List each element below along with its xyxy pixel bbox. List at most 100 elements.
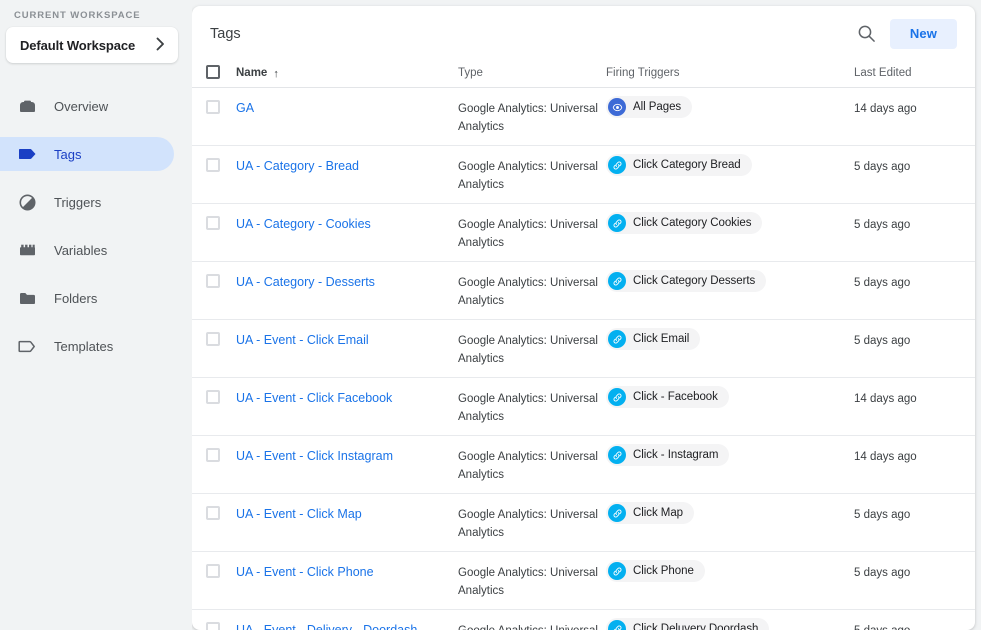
tag-name-cell: UA - Event - Delivery - Doordash: [236, 621, 458, 630]
table-row[interactable]: UA - Category - BreadGoogle Analytics: U…: [192, 146, 975, 204]
sidebar-item-templates[interactable]: Templates: [0, 329, 174, 363]
new-button[interactable]: New: [890, 19, 957, 49]
tag-name-link[interactable]: UA - Event - Click Facebook: [236, 391, 392, 405]
sidebar-item-triggers[interactable]: Triggers: [0, 185, 174, 219]
tag-name-link[interactable]: GA: [236, 101, 254, 115]
last-edited-text: 5 days ago: [854, 509, 910, 521]
row-checkbox[interactable]: [206, 448, 220, 462]
trigger-chip[interactable]: Click Map: [606, 502, 694, 524]
table-row[interactable]: UA - Event - Delivery - Doordash Google A…: [192, 610, 975, 630]
row-checkbox[interactable]: [206, 100, 220, 114]
table-row[interactable]: UA - Category - DessertsGoogle Analytics…: [192, 262, 975, 320]
row-checkbox[interactable]: [206, 216, 220, 230]
sidebar-item-overview[interactable]: Overview: [0, 89, 174, 123]
tag-type-cell: Google Analytics: Universal Analytics: [458, 447, 606, 483]
table-row[interactable]: UA - Event - Click Map Google Analytics: …: [192, 494, 975, 552]
tag-type-cell: Google Analytics: Universal Analytics: [458, 505, 606, 541]
row-select-cell: [206, 447, 236, 467]
workspace-selector[interactable]: Default Workspace: [6, 27, 178, 63]
tag-type-text: Google Analytics: Universal Analytics: [458, 219, 598, 249]
trigger-chip[interactable]: Click Category Cookies: [606, 212, 762, 234]
table-row[interactable]: GA Google Analytics: Universal Analytics A…: [192, 88, 975, 146]
table-row[interactable]: UA - Event - Click Instagram Google Analy…: [192, 436, 975, 494]
last-edited-text: 5 days ago: [854, 335, 910, 347]
overview-icon: [16, 96, 38, 116]
trigger-chip-label: Click Phone: [633, 565, 694, 577]
last-edited-text: 14 days ago: [854, 103, 917, 115]
trigger-chip-label: Click - Facebook: [633, 391, 718, 403]
pageview-icon: [608, 98, 626, 116]
sidebar-item-folders[interactable]: Folders: [0, 281, 174, 315]
table-row[interactable]: UA - Category - Cookies Google Analytics:…: [192, 204, 975, 262]
trigger-chip-label: All Pages: [633, 101, 681, 113]
chevron-right-icon: [155, 37, 166, 53]
click-icon: [608, 446, 626, 464]
column-header-name[interactable]: Name ↑: [236, 68, 458, 80]
select-all-checkbox[interactable]: [206, 65, 220, 79]
firing-triggers-cell: All Pages: [606, 99, 854, 118]
trigger-chip-label: Click Category Desserts: [633, 275, 755, 287]
tag-name-link[interactable]: UA - Event - Click Instagram: [236, 449, 393, 463]
row-select-cell: [206, 331, 236, 351]
trigger-chip[interactable]: Click Deluvery Doordash: [606, 618, 769, 630]
trigger-chip-label: Click Map: [633, 507, 683, 519]
last-edited-cell: 5 days ago: [854, 215, 975, 233]
trigger-chip-label: Click Category Bread: [633, 159, 741, 171]
row-checkbox[interactable]: [206, 390, 220, 404]
trigger-chip[interactable]: Click - Facebook: [606, 386, 729, 408]
tag-name-link[interactable]: UA - Event - Delivery - Doordash: [236, 623, 417, 630]
column-header-label: Firing Triggers: [606, 68, 680, 80]
click-icon: [608, 272, 626, 290]
trigger-chip[interactable]: All Pages: [606, 96, 692, 118]
app-root: CURRENT WORKSPACE Default Workspace Over…: [0, 0, 981, 630]
column-header-label: Type: [458, 68, 483, 80]
tag-type-cell: Google Analytics: Universal Analytics: [458, 99, 606, 135]
trigger-chip[interactable]: Click - Instagram: [606, 444, 729, 466]
current-workspace-label: CURRENT WORKSPACE: [0, 6, 192, 27]
tag-name-cell: UA - Event - Click Email: [236, 331, 458, 349]
last-edited-cell: 5 days ago: [854, 563, 975, 581]
row-select-cell: [206, 157, 236, 177]
trigger-chip[interactable]: Click Category Bread: [606, 154, 752, 176]
sidebar-item-variables[interactable]: Variables: [0, 233, 174, 267]
row-checkbox[interactable]: [206, 332, 220, 346]
last-edited-text: 14 days ago: [854, 451, 917, 463]
tag-name-link[interactable]: UA - Event - Click Map: [236, 507, 362, 521]
tag-type-cell: Google Analytics: Universal Analytics: [458, 621, 606, 630]
row-checkbox[interactable]: [206, 158, 220, 172]
search-icon[interactable]: [850, 17, 884, 51]
table-row[interactable]: UA - Event - Click PhoneGoogle Analytics…: [192, 552, 975, 610]
table-row[interactable]: UA - Event - Click EmailGoogle Analytics…: [192, 320, 975, 378]
row-select-cell: [206, 505, 236, 525]
tag-name-link[interactable]: UA - Category - Desserts: [236, 275, 375, 289]
trigger-chip-label: Click Category Cookies: [633, 217, 751, 229]
column-header-type[interactable]: Type: [458, 68, 606, 80]
firing-triggers-cell: Click Phone: [606, 563, 854, 582]
row-checkbox[interactable]: [206, 274, 220, 288]
row-checkbox[interactable]: [206, 506, 220, 520]
table-row[interactable]: UA - Event - Click FacebookGoogle Analyt…: [192, 378, 975, 436]
last-edited-cell: 5 days ago: [854, 621, 975, 630]
sidebar-item-tags[interactable]: Tags: [0, 137, 174, 171]
last-edited-text: 5 days ago: [854, 277, 910, 289]
table-header-row: Name ↑ Type Firing Triggers Last Edited: [192, 61, 975, 88]
tag-name-cell: UA - Event - Click Map: [236, 505, 458, 523]
tag-name-link[interactable]: UA - Category - Bread: [236, 159, 359, 173]
column-header-last-edited[interactable]: Last Edited: [854, 68, 975, 80]
trigger-chip[interactable]: Click Phone: [606, 560, 705, 582]
trigger-chip[interactable]: Click Category Desserts: [606, 270, 766, 292]
tag-name-link[interactable]: UA - Event - Click Email: [236, 333, 369, 347]
click-icon: [608, 504, 626, 522]
tag-type-text: Google Analytics: Universal Analytics: [458, 103, 598, 133]
row-select-cell: [206, 563, 236, 583]
trigger-chip-label: Click - Instagram: [633, 449, 718, 461]
tag-name-link[interactable]: UA - Event - Click Phone: [236, 565, 374, 579]
sidebar-item-label: Variables: [54, 244, 107, 257]
tag-name-link[interactable]: UA - Category - Cookies: [236, 217, 371, 231]
trigger-chip[interactable]: Click Email: [606, 328, 700, 350]
column-header-label: Name: [236, 68, 267, 80]
column-header-firing-triggers[interactable]: Firing Triggers: [606, 68, 854, 80]
tags-table: Name ↑ Type Firing Triggers Last Edited …: [192, 61, 975, 630]
row-checkbox[interactable]: [206, 622, 220, 630]
row-checkbox[interactable]: [206, 564, 220, 578]
